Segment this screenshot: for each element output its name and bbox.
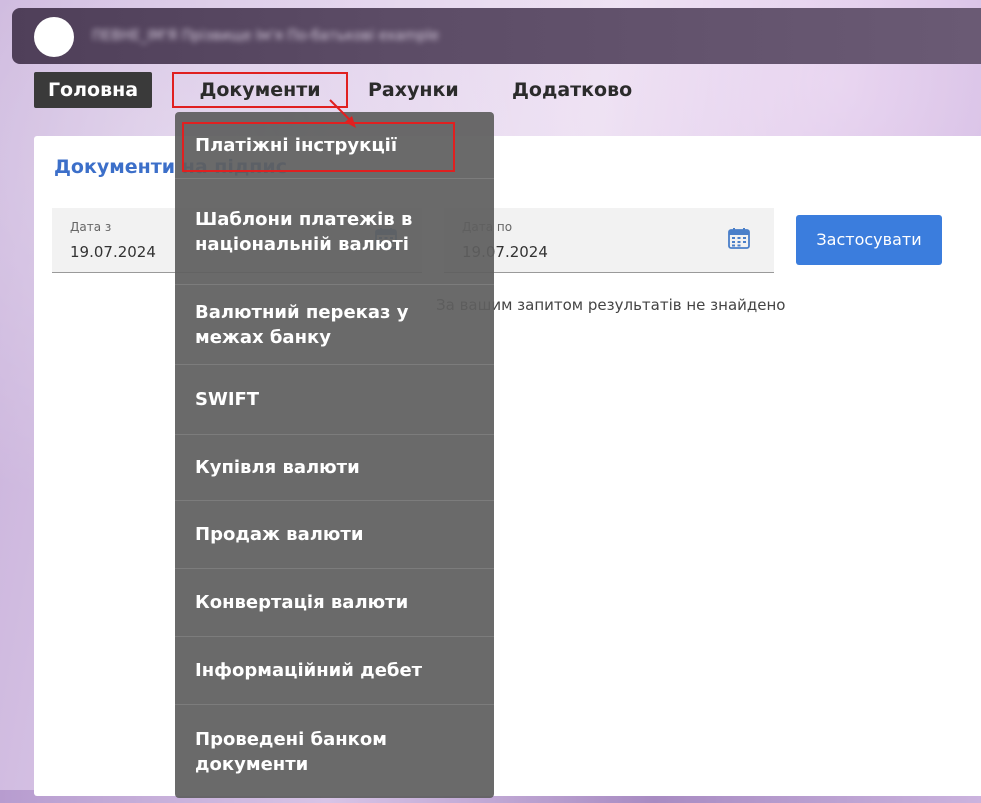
menu-item-currency-transfer[interactable]: Валютний переказ у межах банку	[175, 285, 494, 365]
menu-item-bank-processed[interactable]: Проведені банком документи	[175, 705, 494, 798]
menu-item-currency-conversion[interactable]: Конвертація валюти	[175, 569, 494, 637]
avatar[interactable]	[34, 17, 74, 57]
main-nav: Головна Документи Рахунки Додатково	[0, 72, 981, 108]
nav-documents[interactable]: Документи	[172, 72, 348, 108]
top-bar: ПЕВНЕ_ІМ'Я Прізвище Ім'я По-батькові exa…	[12, 8, 981, 64]
menu-item-buy-currency[interactable]: Купівля валюти	[175, 435, 494, 501]
menu-item-payment-templates[interactable]: Шаблони платежів в національній валюті	[175, 179, 494, 285]
apply-button[interactable]: Застосувати	[796, 215, 942, 265]
menu-item-info-debit[interactable]: Інформаційний дебет	[175, 637, 494, 705]
calendar-icon[interactable]	[727, 226, 751, 250]
menu-item-sell-currency[interactable]: Продаж валюти	[175, 501, 494, 569]
highlight-box	[182, 122, 455, 172]
nav-extra[interactable]: Додатково	[504, 72, 654, 108]
date-from-label: Дата з	[70, 220, 112, 234]
nav-home[interactable]: Головна	[34, 72, 152, 108]
menu-item-swift[interactable]: SWIFT	[175, 365, 494, 435]
date-from-value: 19.07.2024	[70, 243, 156, 261]
documents-dropdown-menu: Платіжні інструкції Шаблони платежів в н…	[175, 112, 494, 798]
user-name-blurred: ПЕВНЕ_ІМ'Я Прізвище Ім'я По-батькові exa…	[92, 28, 439, 44]
nav-accounts[interactable]: Рахунки	[360, 72, 480, 108]
